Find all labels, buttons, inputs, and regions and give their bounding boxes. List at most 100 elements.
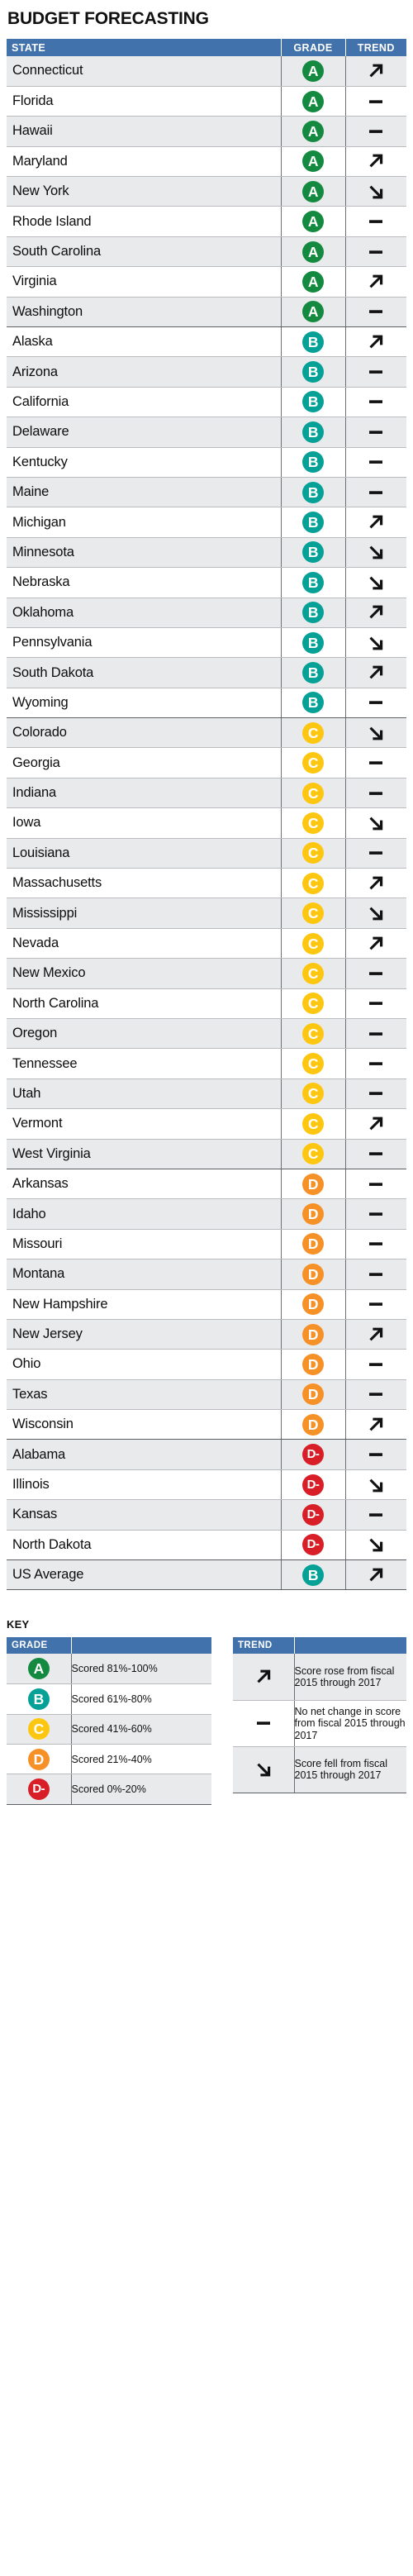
table-row: Connecticut A: [7, 56, 406, 87]
trend-cell: [345, 717, 406, 749]
column-header-grade: GRADE: [281, 39, 346, 56]
grade-badge: B: [302, 631, 324, 654]
table-row: Wyoming B: [7, 688, 406, 719]
grade-badge: D: [302, 1383, 324, 1406]
state-name-cell: New York: [7, 176, 282, 207]
state-name-cell: Virginia: [7, 266, 282, 298]
trend-flat-dash-icon: [366, 242, 386, 262]
grade-cell: A: [281, 86, 346, 117]
grade-cell: B: [281, 657, 346, 688]
grade-key-badge-cell: D-: [7, 1774, 72, 1805]
state-name-cell: Wyoming: [7, 688, 282, 719]
trend-cell: [345, 326, 406, 358]
state-name-cell: Colorado: [7, 717, 282, 749]
state-name-cell: Pennsylvania: [7, 627, 282, 659]
trend-cell: [345, 988, 406, 1020]
state-name-cell: New Mexico: [7, 958, 282, 989]
grade-key-badge-cell: A: [7, 1654, 72, 1685]
trend-key-table: TREND Score rose from fiscal 2015 throug…: [233, 1637, 406, 1793]
trend-cell: [345, 807, 406, 839]
trend-cell: [345, 236, 406, 268]
trend-key-row: No net change in score from fiscal 2015 …: [233, 1700, 406, 1747]
grade-cell: C: [281, 1108, 346, 1140]
trend-key-body: Score rose from fiscal 2015 through 2017…: [233, 1654, 406, 1793]
state-name-cell: Kansas: [7, 1499, 282, 1531]
state-name-cell: Louisiana: [7, 838, 282, 869]
trend-flat-dash-icon: [366, 1174, 386, 1194]
trend-cell: [345, 477, 406, 508]
trend-cell: [345, 146, 406, 178]
grade-key-row: D- Scored 0%-20%: [7, 1774, 211, 1805]
grade-badge: D: [302, 1323, 324, 1345]
grade-key-row: C Scored 41%-60%: [7, 1714, 211, 1745]
trend-cell: [345, 1169, 406, 1200]
grade-badge: D: [302, 1173, 324, 1195]
grade-cell: C: [281, 1078, 346, 1110]
grade-badge: D-: [302, 1474, 324, 1496]
trend-cell: [345, 868, 406, 899]
table-row: Maryland A: [7, 146, 406, 178]
table-row: South Carolina A: [7, 236, 406, 268]
trend-up-arrow-icon: [366, 332, 386, 352]
table-row: Kentucky B: [7, 447, 406, 478]
grade-cell: B: [281, 1559, 346, 1591]
grade-badge: C: [302, 1053, 324, 1075]
state-name-cell: South Dakota: [7, 657, 282, 688]
trend-cell: [345, 1289, 406, 1320]
trend-cell: [345, 1499, 406, 1531]
grade-badge: D: [302, 1353, 324, 1375]
trend-key-row: Score rose from fiscal 2015 through 2017: [233, 1654, 406, 1701]
trend-cell: [345, 958, 406, 989]
grade-key-body: A Scored 81%-100% B Scored 61%-80% C Scored 4…: [7, 1654, 211, 1805]
grade-badge: A: [302, 120, 324, 142]
grade-badge: C: [302, 962, 324, 984]
trend-flat-dash-icon: [366, 1445, 386, 1464]
trend-up-arrow-icon: [366, 663, 386, 683]
trend-cell: [345, 627, 406, 659]
grade-key-description: Scored 41%-60%: [71, 1714, 211, 1745]
grade-cell: A: [281, 176, 346, 207]
trend-down-arrow-icon: [366, 903, 386, 923]
trend-flat-dash-icon: [366, 1384, 386, 1404]
table-row: Indiana C: [7, 778, 406, 809]
grade-badge: B: [302, 421, 324, 443]
trend-cell: [345, 567, 406, 598]
trend-cell: [345, 657, 406, 688]
state-name-cell: Oklahoma: [7, 598, 282, 628]
grade-cell: A: [281, 206, 346, 237]
grade-badge: C: [302, 1112, 324, 1135]
grade-cell: A: [281, 56, 346, 87]
trend-flat-dash-icon: [366, 964, 386, 983]
trend-cell: [345, 688, 406, 719]
state-name-cell: Oregon: [7, 1018, 282, 1050]
trend-up-arrow-icon: [366, 151, 386, 171]
grade-cell: D-: [281, 1439, 346, 1470]
trend-cell: [345, 838, 406, 869]
state-name-cell: Iowa: [7, 807, 282, 839]
state-name-cell: US Average: [7, 1559, 282, 1591]
table-row: Michigan B: [7, 507, 406, 538]
trend-cell: [345, 537, 406, 569]
trend-cell: [345, 1108, 406, 1140]
trend-down-arrow-icon: [366, 542, 386, 562]
trend-key-description: No net change in score from fiscal 2015 …: [294, 1700, 406, 1747]
state-name-cell: Illinois: [7, 1469, 282, 1501]
grade-badge: C: [302, 812, 324, 834]
grade-badge: D-: [27, 1778, 50, 1801]
column-header-trend: TREND: [345, 39, 406, 56]
grade-cell: D-: [281, 1499, 346, 1531]
table-row: Illinois D-: [7, 1469, 406, 1501]
table-row: Louisiana C: [7, 838, 406, 869]
state-name-cell: Ohio: [7, 1349, 282, 1380]
grade-cell: B: [281, 627, 346, 659]
grade-cell: C: [281, 898, 346, 929]
state-name-cell: Utah: [7, 1078, 282, 1110]
trend-cell: [345, 176, 406, 207]
state-name-cell: California: [7, 387, 282, 418]
state-name-cell: Florida: [7, 86, 282, 117]
budget-forecasting-page: BUDGET FORECASTING STATE GRADE TREND Con…: [0, 0, 413, 2576]
table-row: Oregon C: [7, 1018, 406, 1050]
key-title: KEY: [7, 1618, 30, 1631]
state-name-cell: Connecticut: [7, 56, 282, 87]
column-header-state: STATE: [7, 39, 282, 56]
